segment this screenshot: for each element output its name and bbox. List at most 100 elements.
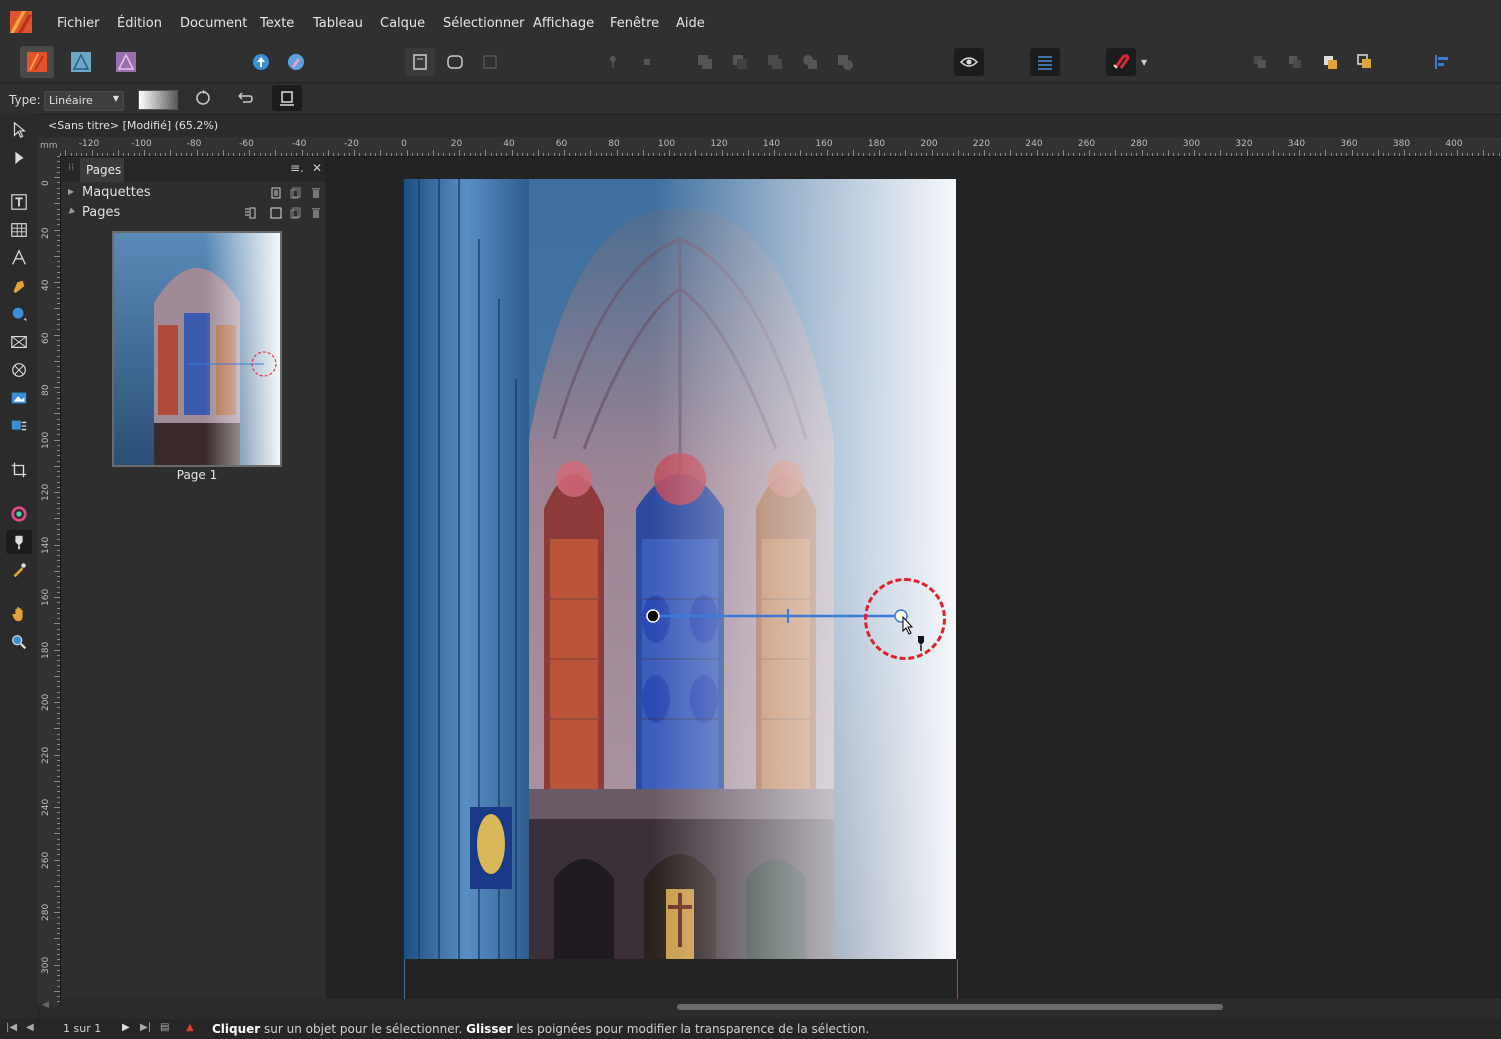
preflight-icon[interactable]: ▲ <box>186 1022 194 1033</box>
duplicate-master-icon[interactable] <box>290 187 302 199</box>
add-master-icon[interactable] <box>270 187 282 199</box>
place-image-tool-icon[interactable] <box>6 386 32 410</box>
menu-edition[interactable]: Édition <box>117 16 162 31</box>
page-counter[interactable]: 1 sur 1 <box>63 1022 101 1035</box>
align-left-icon[interactable] <box>1427 48 1457 76</box>
text-frame-icon[interactable] <box>1030 48 1060 76</box>
vector-crop-tool-icon[interactable] <box>6 414 32 438</box>
boolean-intersect-icon[interactable] <box>760 48 790 76</box>
last-page-icon[interactable]: ▶| <box>140 1022 151 1033</box>
close-icon[interactable]: ✕ <box>312 161 322 175</box>
menu-bar: Fichier Édition Document Texte Tableau C… <box>0 0 1501 48</box>
ruler-tick <box>968 153 970 156</box>
menu-fichier[interactable]: Fichier <box>57 16 100 31</box>
menu-document[interactable]: Document <box>180 16 247 31</box>
reverse-gradient-icon[interactable] <box>232 85 258 111</box>
section-pages[interactable]: ▼ Pages <box>62 203 326 223</box>
duplicate-page-icon[interactable] <box>290 207 302 219</box>
move-tool-icon[interactable] <box>6 118 32 142</box>
boolean-subtract-icon[interactable] <box>725 48 755 76</box>
ruler-tick <box>144 150 145 156</box>
ellipse-frame-tool-icon[interactable] <box>6 358 32 382</box>
gradient-options-icon[interactable] <box>272 85 302 111</box>
arrange-forward-icon[interactable] <box>1315 48 1345 76</box>
delete-master-icon[interactable] <box>310 187 322 199</box>
ruler-tick <box>343 153 345 156</box>
section-maquettes[interactable]: ▶ Maquettes <box>62 183 326 203</box>
page-view-icon[interactable] <box>405 48 435 76</box>
scrollbar-thumb[interactable] <box>677 1004 1223 1010</box>
preview-eye-icon[interactable] <box>954 48 984 76</box>
menu-fenetre[interactable]: Fenêtre <box>610 16 659 31</box>
next-page-icon[interactable]: ▶ <box>122 1022 130 1033</box>
scroll-left-icon[interactable]: ◀ <box>42 1000 49 1010</box>
color-picker-icon[interactable] <box>281 48 311 76</box>
status-hint-text-2: les poignées pour modifier la transparen… <box>512 1022 870 1036</box>
document-tab[interactable]: <Sans titre> [Modifié] (65.2%) <box>38 115 1501 137</box>
pages-list-icon[interactable]: ▤ <box>160 1022 169 1033</box>
menu-tableau[interactable]: Tableau <box>313 16 363 31</box>
transparency-tool-icon[interactable] <box>6 530 32 554</box>
menu-aide[interactable]: Aide <box>676 16 705 31</box>
horizontal-ruler[interactable]: -120 -100 -80 -60 -40 -20 0 20 40 60 80 100 120 140 16… <box>60 137 1501 157</box>
ruler-tick <box>57 450 60 451</box>
clip-view-icon[interactable] <box>475 48 505 76</box>
node-tool-icon[interactable] <box>6 146 32 170</box>
ruler-tick <box>842 153 844 156</box>
gradient-type-select[interactable]: Linéaire ▼ <box>44 91 124 111</box>
prev-page-icon[interactable]: ◀ <box>26 1022 34 1033</box>
photo-persona-icon[interactable] <box>111 48 141 76</box>
page-layout-icon[interactable] <box>244 207 256 219</box>
picture-frame-tool-icon[interactable] <box>6 330 32 354</box>
ruler-tick <box>228 153 229 156</box>
menu-selectionner[interactable]: Sélectionner <box>443 16 525 31</box>
crop-tool-icon[interactable] <box>6 458 32 482</box>
boolean-divide-icon[interactable] <box>830 48 860 76</box>
menu-texte[interactable]: Texte <box>260 16 294 31</box>
table-tool-icon[interactable] <box>6 218 32 242</box>
ruler-tick <box>57 418 60 420</box>
delete-page-icon[interactable] <box>310 207 322 219</box>
arrange-backward-icon[interactable] <box>1280 48 1310 76</box>
page-thumbnail[interactable] <box>112 231 282 467</box>
view-mode-icon[interactable] <box>440 48 470 76</box>
arrange-back-icon[interactable] <box>1245 48 1275 76</box>
page-spread[interactable] <box>404 179 956 959</box>
designer-persona-icon[interactable] <box>66 48 96 76</box>
ruler-unit[interactable]: mm <box>38 137 60 156</box>
collapse-arrow-icon[interactable]: ▼ <box>66 206 77 217</box>
first-page-icon[interactable]: |◀ <box>6 1022 17 1033</box>
snapping-dropdown-icon[interactable]: ▼ <box>1141 58 1147 67</box>
boolean-add-icon[interactable] <box>690 48 720 76</box>
frame-text-tool-icon[interactable] <box>6 190 32 214</box>
vertical-ruler[interactable]: 0 20 40 60 80 100 120 140 160 180 200 220 240 260 280 3… <box>38 156 61 1006</box>
menu-calque[interactable]: Calque <box>380 16 425 31</box>
arrange-front-icon[interactable] <box>1350 48 1380 76</box>
document-canvas[interactable] <box>327 157 1501 999</box>
pen-tool-icon[interactable] <box>6 274 32 298</box>
anchor-icon[interactable] <box>632 48 662 76</box>
shape-tool-icon[interactable] <box>6 302 32 326</box>
tab-pages[interactable]: Pages <box>80 158 124 182</box>
gradient-swatch[interactable] <box>138 90 178 110</box>
panel-grip-icon[interactable]: ⁞⁞ <box>68 162 74 173</box>
expand-arrow-icon[interactable]: ▶ <box>68 187 74 196</box>
add-page-icon[interactable] <box>270 207 282 219</box>
fill-tool-icon[interactable] <box>6 502 32 526</box>
panel-menu-icon[interactable]: ≡. <box>290 161 304 175</box>
cathedral-image[interactable] <box>404 179 956 959</box>
zoom-tool-icon[interactable] <box>6 630 32 654</box>
hand-tool-icon[interactable] <box>6 602 32 626</box>
menu-affichage[interactable]: Affichage <box>533 16 594 31</box>
ruler-tick <box>57 297 60 299</box>
share-icon[interactable] <box>246 48 276 76</box>
boolean-xor-icon[interactable] <box>795 48 825 76</box>
horizontal-scrollbar[interactable] <box>327 999 1501 1017</box>
rotate-gradient-icon[interactable] <box>190 85 216 111</box>
color-picker-tool-icon[interactable] <box>6 558 32 582</box>
artistic-text-tool-icon[interactable] <box>6 246 32 270</box>
snapping-magnet-icon[interactable] <box>1106 48 1136 76</box>
publisher-persona-icon[interactable] <box>20 46 54 78</box>
app-logo-icon[interactable] <box>10 11 32 33</box>
pin-icon[interactable] <box>598 48 628 76</box>
